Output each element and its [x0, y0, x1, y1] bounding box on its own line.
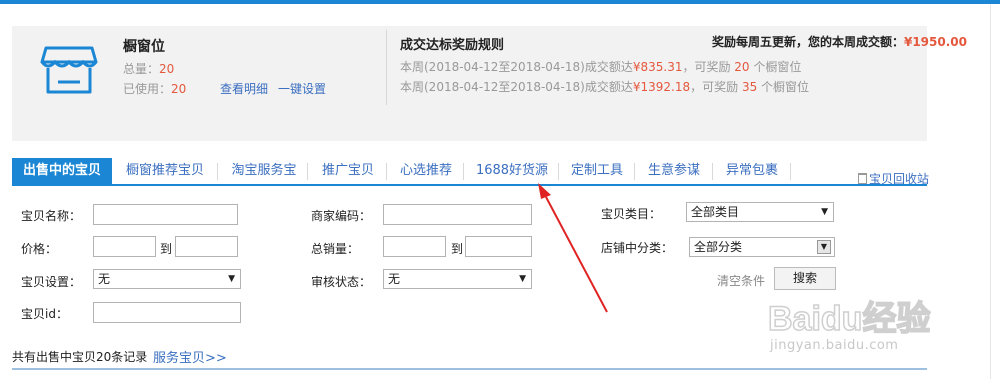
svg-text:Baidu经验: Baidu经验 — [768, 299, 930, 338]
item-setting-label: 宝贝设置： — [21, 275, 82, 289]
tab-separator — [634, 163, 635, 180]
showcase-used: 已使用：20 — [123, 82, 187, 96]
tab-1688-source[interactable]: 1688好货源 — [466, 158, 558, 184]
clear-conditions-link[interactable]: 清空条件 — [717, 272, 765, 289]
chevron-down-icon: ▼ — [228, 274, 235, 284]
sales-to-label: 到 — [451, 242, 464, 256]
tab-on-sale[interactable]: 出售中的宝贝 — [12, 158, 112, 184]
review-status-label: 审核状态： — [311, 275, 372, 289]
price-min-input[interactable] — [93, 236, 156, 257]
one-click-setup-link[interactable]: 一键设置 — [278, 80, 326, 97]
review-status-select[interactable]: 无 ▼ — [383, 269, 532, 289]
tab-separator — [558, 163, 559, 180]
panel-divider — [386, 30, 387, 105]
chevron-down-icon: ▼ — [519, 274, 526, 284]
view-detail-link[interactable]: 查看明细 — [220, 80, 268, 97]
watermark-url: jingyan.baidu.com — [770, 338, 899, 353]
price-max-input[interactable] — [175, 236, 238, 257]
showcase-title: 橱窗位 — [123, 39, 165, 55]
chevron-down-icon: ▼ — [821, 207, 828, 217]
shop-category-label: 店铺中分类： — [601, 241, 674, 255]
merchant-code-input[interactable] — [383, 204, 532, 225]
rule-line-2: 本周(2018-04-12至2018-04-18)成交额达¥1392.18，可奖… — [400, 80, 810, 94]
tab-separator — [386, 163, 387, 180]
item-setting-select[interactable]: 无 ▼ — [93, 269, 241, 289]
trash-icon — [858, 173, 867, 184]
item-id-label: 宝贝id： — [21, 307, 68, 321]
tab-custom-tools[interactable]: 定制工具 — [561, 158, 633, 184]
search-button[interactable]: 搜索 — [774, 267, 836, 290]
tab-separator — [790, 163, 791, 180]
service-items-link[interactable]: 服务宝贝>> — [153, 347, 227, 366]
right-border — [990, 4, 991, 379]
tab-separator — [307, 163, 308, 180]
tab-abnormal-parcel[interactable]: 异常包裹 — [715, 158, 789, 184]
record-count: 共有出售中宝贝20条记录 — [12, 350, 148, 364]
showcase-total: 总量：20 — [123, 62, 175, 76]
merchant-code-label: 商家编码： — [311, 209, 372, 223]
shop-category-select[interactable]: 全部分类 ▼ — [689, 237, 835, 257]
rule-line-1: 本周(2018-04-12至2018-04-18)成交额达¥835.31，可奖励… — [400, 60, 802, 74]
recycle-bin-link[interactable]: 宝贝回收站 — [858, 170, 929, 187]
tab-business-advisor[interactable]: 生意参谋 — [637, 158, 711, 184]
total-sales-label: 总销量： — [311, 242, 360, 256]
tab-separator — [712, 163, 713, 180]
chevron-down-icon: ▼ — [817, 240, 831, 254]
tab-separator — [463, 163, 464, 180]
tab-taobao-service[interactable]: 淘宝服务宝 — [220, 158, 308, 184]
rules-title: 成交达标奖励规则 — [400, 38, 505, 53]
item-name-label: 宝贝名称： — [21, 209, 82, 223]
category-select[interactable]: 全部类目 ▼ — [686, 202, 834, 222]
tab-separator — [217, 163, 218, 180]
storefront-icon — [40, 46, 98, 94]
tab-curated[interactable]: 心选推荐 — [389, 158, 463, 184]
category-label: 宝贝类目： — [601, 207, 662, 221]
sales-max-input[interactable] — [465, 236, 532, 257]
sales-min-input[interactable] — [383, 236, 446, 257]
tab-showcase-recommend[interactable]: 橱窗推荐宝贝 — [116, 158, 214, 184]
top-accent-bar — [0, 0, 1000, 4]
price-to-label: 到 — [160, 242, 173, 256]
table-header-line — [12, 368, 927, 370]
item-tabs: 出售中的宝贝 橱窗推荐宝贝 淘宝服务宝 推广宝贝 心选推荐 1688好货源 定制… — [12, 158, 927, 186]
tab-promote[interactable]: 推广宝贝 — [310, 158, 386, 184]
weekly-reward: 奖励每周五更新，您的本周成交额：¥1950.00 — [711, 35, 967, 49]
item-id-input[interactable] — [93, 302, 241, 323]
item-name-input[interactable] — [93, 204, 238, 225]
price-label: 价格： — [21, 242, 58, 256]
